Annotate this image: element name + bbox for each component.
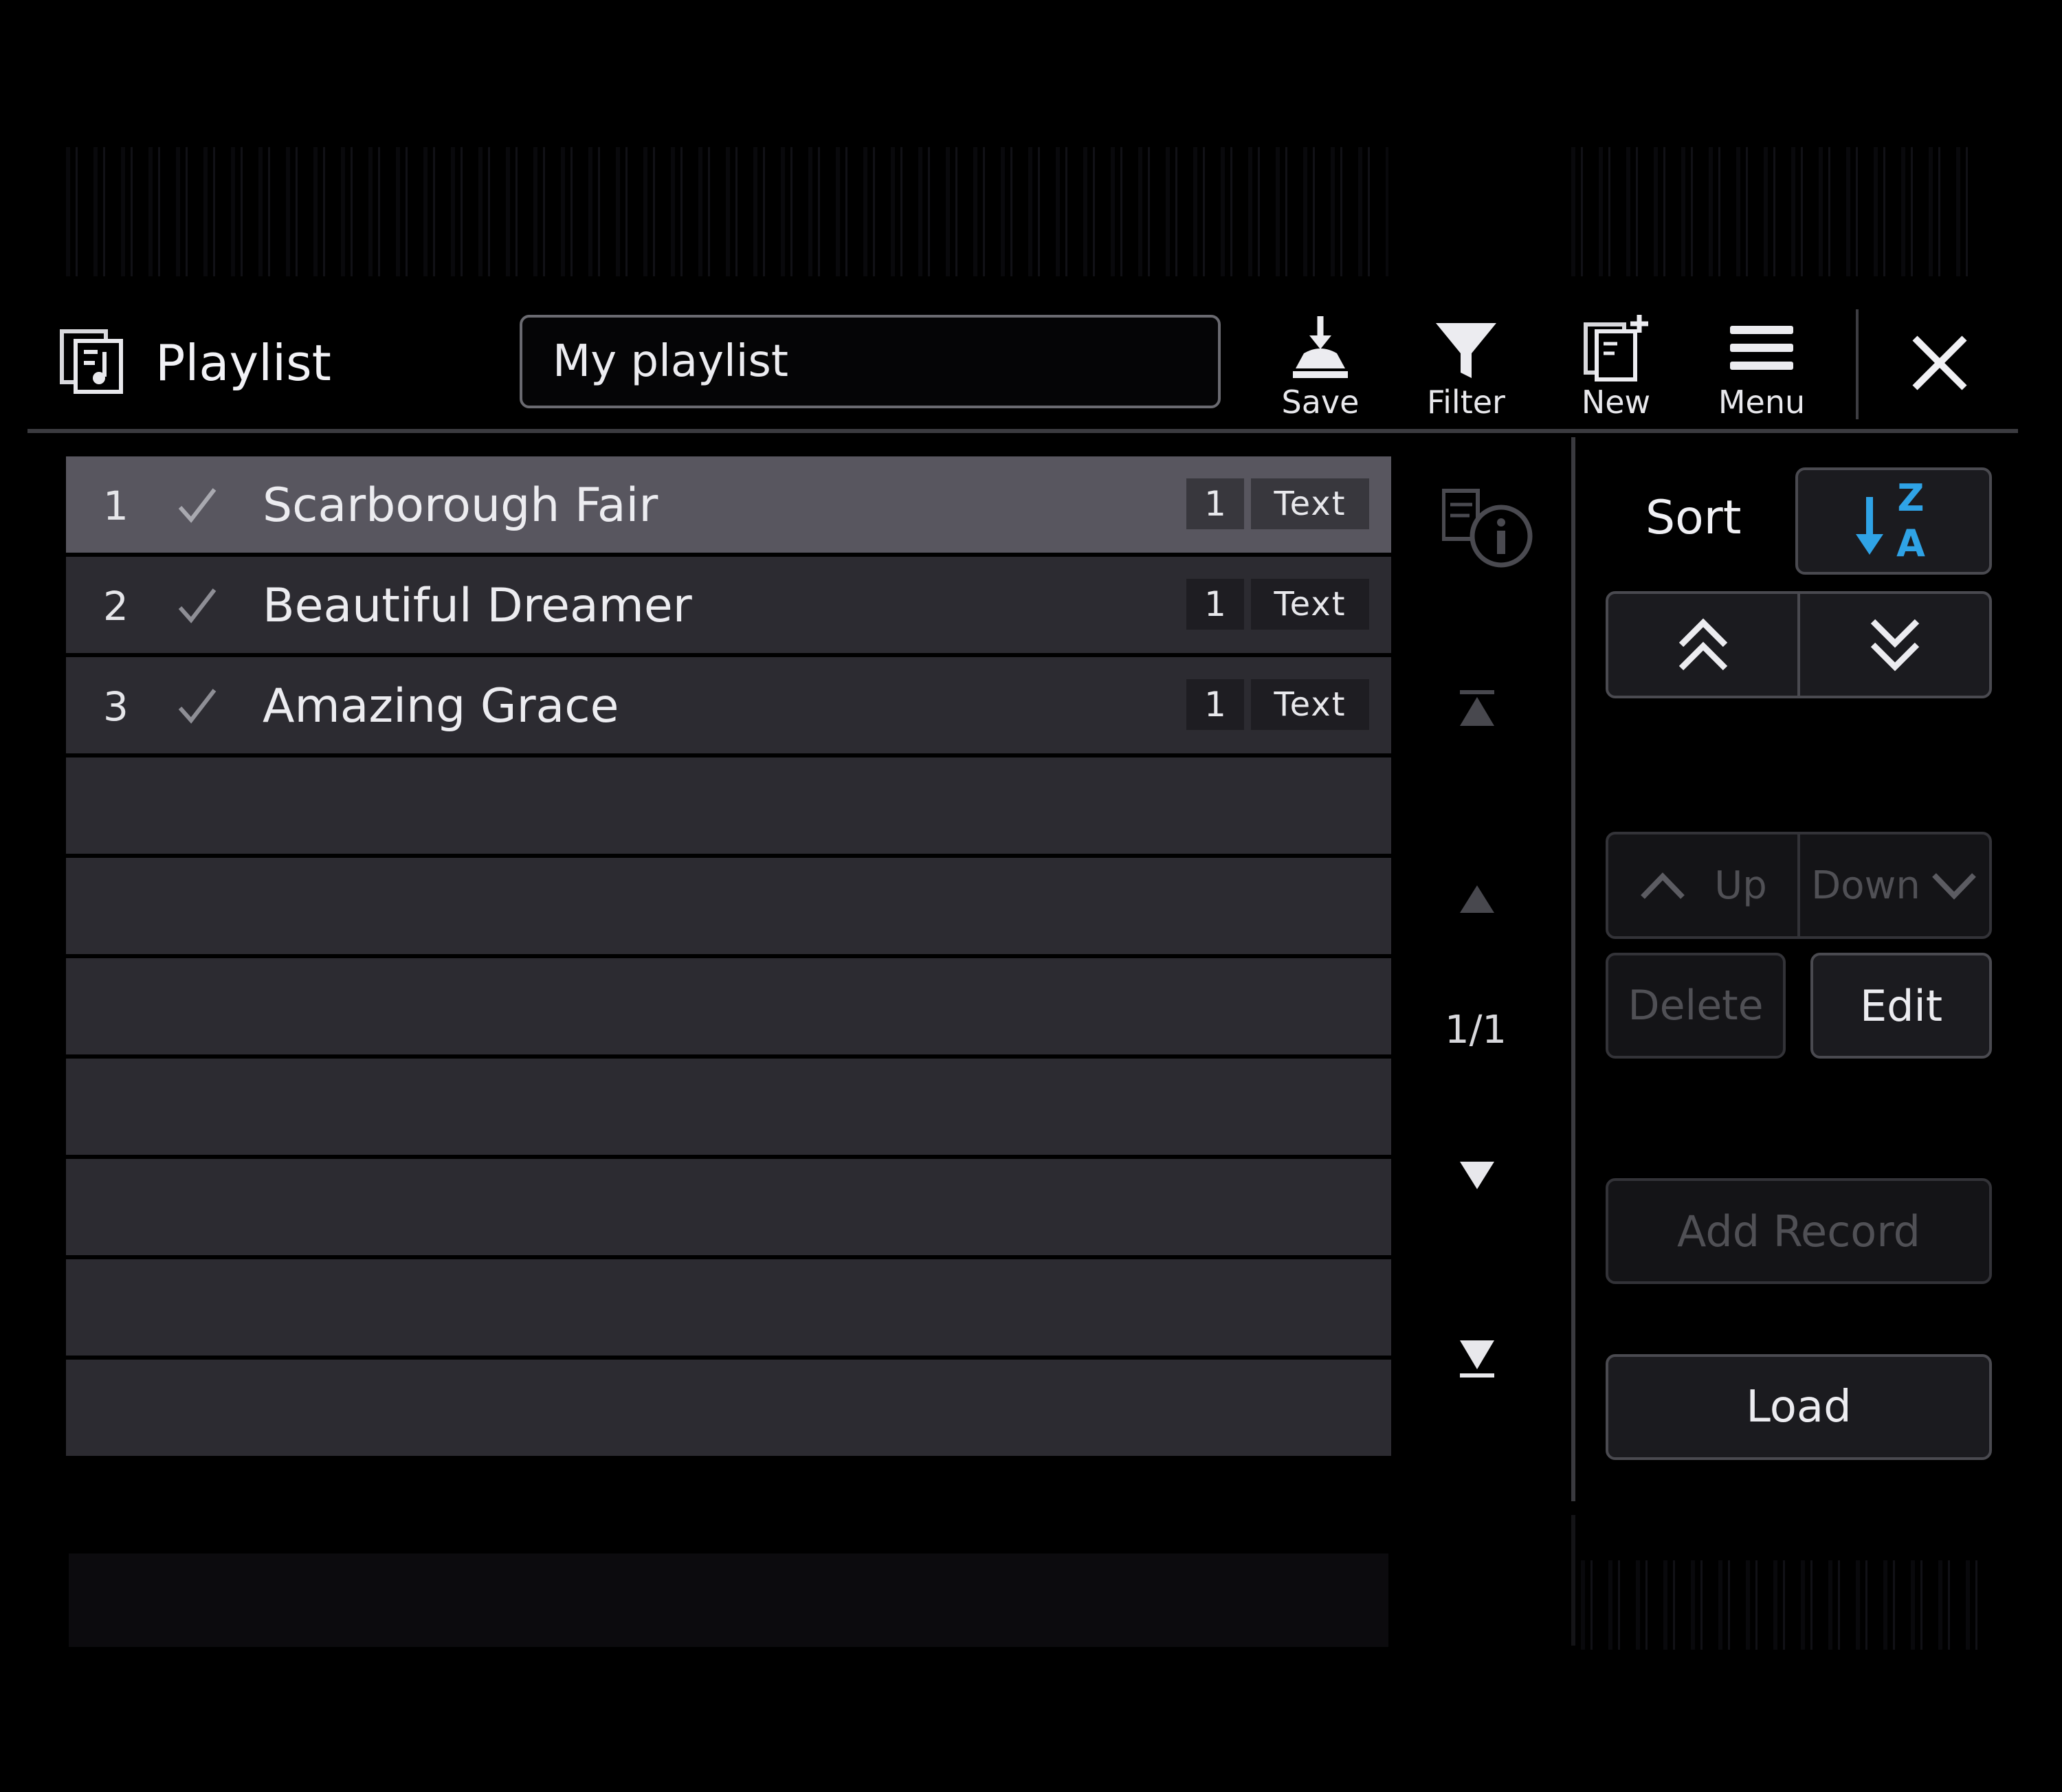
- move-buttons: Up Down: [1606, 832, 1992, 939]
- page-indicator: 1/1: [1444, 1008, 1507, 1052]
- playlist-records-list: 1 Scarborough Fair 1 Text 2 Beautiful Dr…: [66, 456, 1391, 1460]
- save-icon: [1293, 316, 1348, 378]
- page-up-icon: [1460, 885, 1494, 913]
- empty-list-item[interactable]: [66, 757, 1391, 854]
- record-title: Beautiful Dreamer: [263, 579, 692, 633]
- last-page-button[interactable]: [1457, 1336, 1497, 1380]
- save-label: Save: [1281, 384, 1360, 421]
- page-title: Playlist: [155, 334, 331, 392]
- save-button[interactable]: Save: [1269, 313, 1372, 430]
- move-up-button[interactable]: Up: [1608, 834, 1797, 936]
- empty-list-item[interactable]: [66, 1059, 1391, 1155]
- first-page-button[interactable]: [1457, 687, 1497, 731]
- filter-button[interactable]: Filter: [1415, 313, 1518, 430]
- sort-label: Sort: [1645, 491, 1742, 545]
- record-number: 3: [103, 683, 129, 730]
- new-label: New: [1581, 384, 1651, 421]
- record-info-button[interactable]: [1441, 487, 1538, 572]
- menu-button[interactable]: Menu: [1710, 313, 1813, 430]
- check-icon: [178, 588, 217, 623]
- double-chevron-up-icon: [1678, 618, 1727, 671]
- top-noise-band: [66, 147, 1388, 276]
- chevron-up-icon: [1641, 872, 1685, 899]
- list-item[interactable]: 3 Amazing Grace 1 Text: [66, 657, 1391, 753]
- bottom-noise-band-right: [1581, 1560, 1993, 1650]
- record-number: 1: [103, 483, 129, 529]
- add-record-button[interactable]: Add Record: [1606, 1178, 1992, 1284]
- panel-divider: [1571, 437, 1575, 1501]
- filter-icon: [1436, 323, 1496, 378]
- first-page-icon: [1460, 690, 1494, 726]
- svg-text:A: A: [1896, 522, 1925, 565]
- record-info-icon: [1441, 489, 1533, 568]
- page-up-button[interactable]: [1457, 883, 1497, 917]
- filter-label: Filter: [1427, 384, 1505, 421]
- record-type-badge: Text: [1251, 679, 1369, 730]
- jump-buttons: [1606, 591, 1992, 698]
- empty-list-item[interactable]: [66, 1159, 1391, 1255]
- double-chevron-down-icon: [1870, 619, 1919, 672]
- empty-list-item[interactable]: [66, 858, 1391, 954]
- record-title: Scarborough Fair: [263, 478, 658, 533]
- list-item[interactable]: 1 Scarborough Fair 1 Text: [66, 456, 1391, 553]
- close-button[interactable]: [1904, 327, 1975, 399]
- sort-button[interactable]: Z A: [1795, 467, 1992, 575]
- edit-button[interactable]: Edit: [1810, 953, 1992, 1059]
- new-icon: [1584, 315, 1648, 381]
- record-number: 2: [103, 583, 129, 630]
- check-icon: [178, 689, 217, 724]
- load-button[interactable]: Load: [1606, 1354, 1992, 1460]
- record-title: Amazing Grace: [263, 679, 619, 733]
- page-down-button[interactable]: [1457, 1158, 1497, 1192]
- list-item[interactable]: 2 Beautiful Dreamer 1 Text: [66, 557, 1391, 653]
- menu-icon: [1730, 326, 1793, 370]
- jump-to-bottom-button[interactable]: [1797, 594, 1989, 696]
- playlist-name-input[interactable]: [522, 318, 1218, 406]
- top-noise-band-right: [1571, 147, 1970, 276]
- check-icon: [178, 488, 217, 523]
- delete-button[interactable]: Delete: [1606, 953, 1786, 1059]
- record-type-badge: Text: [1251, 579, 1369, 630]
- empty-list-item[interactable]: [66, 958, 1391, 1054]
- record-type-badge: Text: [1251, 478, 1369, 529]
- bottom-noise-band: [69, 1553, 1388, 1647]
- page-down-icon: [1460, 1162, 1494, 1189]
- new-button[interactable]: New: [1564, 313, 1667, 430]
- header-divider: [27, 429, 2018, 433]
- move-down-label: Down: [1811, 863, 1920, 908]
- svg-text:Z: Z: [1897, 476, 1924, 520]
- move-down-button[interactable]: Down: [1797, 834, 1989, 936]
- record-count-badge: 1: [1186, 478, 1244, 529]
- panel-divider-lower: [1571, 1515, 1575, 1646]
- sort-za-icon: Z A: [1856, 476, 1925, 565]
- toolbar-divider: [1856, 309, 1859, 419]
- record-count-badge: 1: [1186, 579, 1244, 630]
- chevron-down-icon: [1931, 873, 1976, 900]
- last-page-icon: [1460, 1340, 1494, 1378]
- playlist-icon: [59, 329, 125, 395]
- move-up-label: Up: [1714, 863, 1767, 908]
- jump-to-top-button[interactable]: [1608, 594, 1797, 696]
- close-icon: [1912, 335, 1967, 390]
- record-count-badge: 1: [1186, 679, 1244, 730]
- empty-list-item[interactable]: [66, 1360, 1391, 1456]
- empty-list-item[interactable]: [66, 1259, 1391, 1356]
- menu-label: Menu: [1718, 384, 1806, 421]
- playlist-name-field[interactable]: [520, 315, 1221, 408]
